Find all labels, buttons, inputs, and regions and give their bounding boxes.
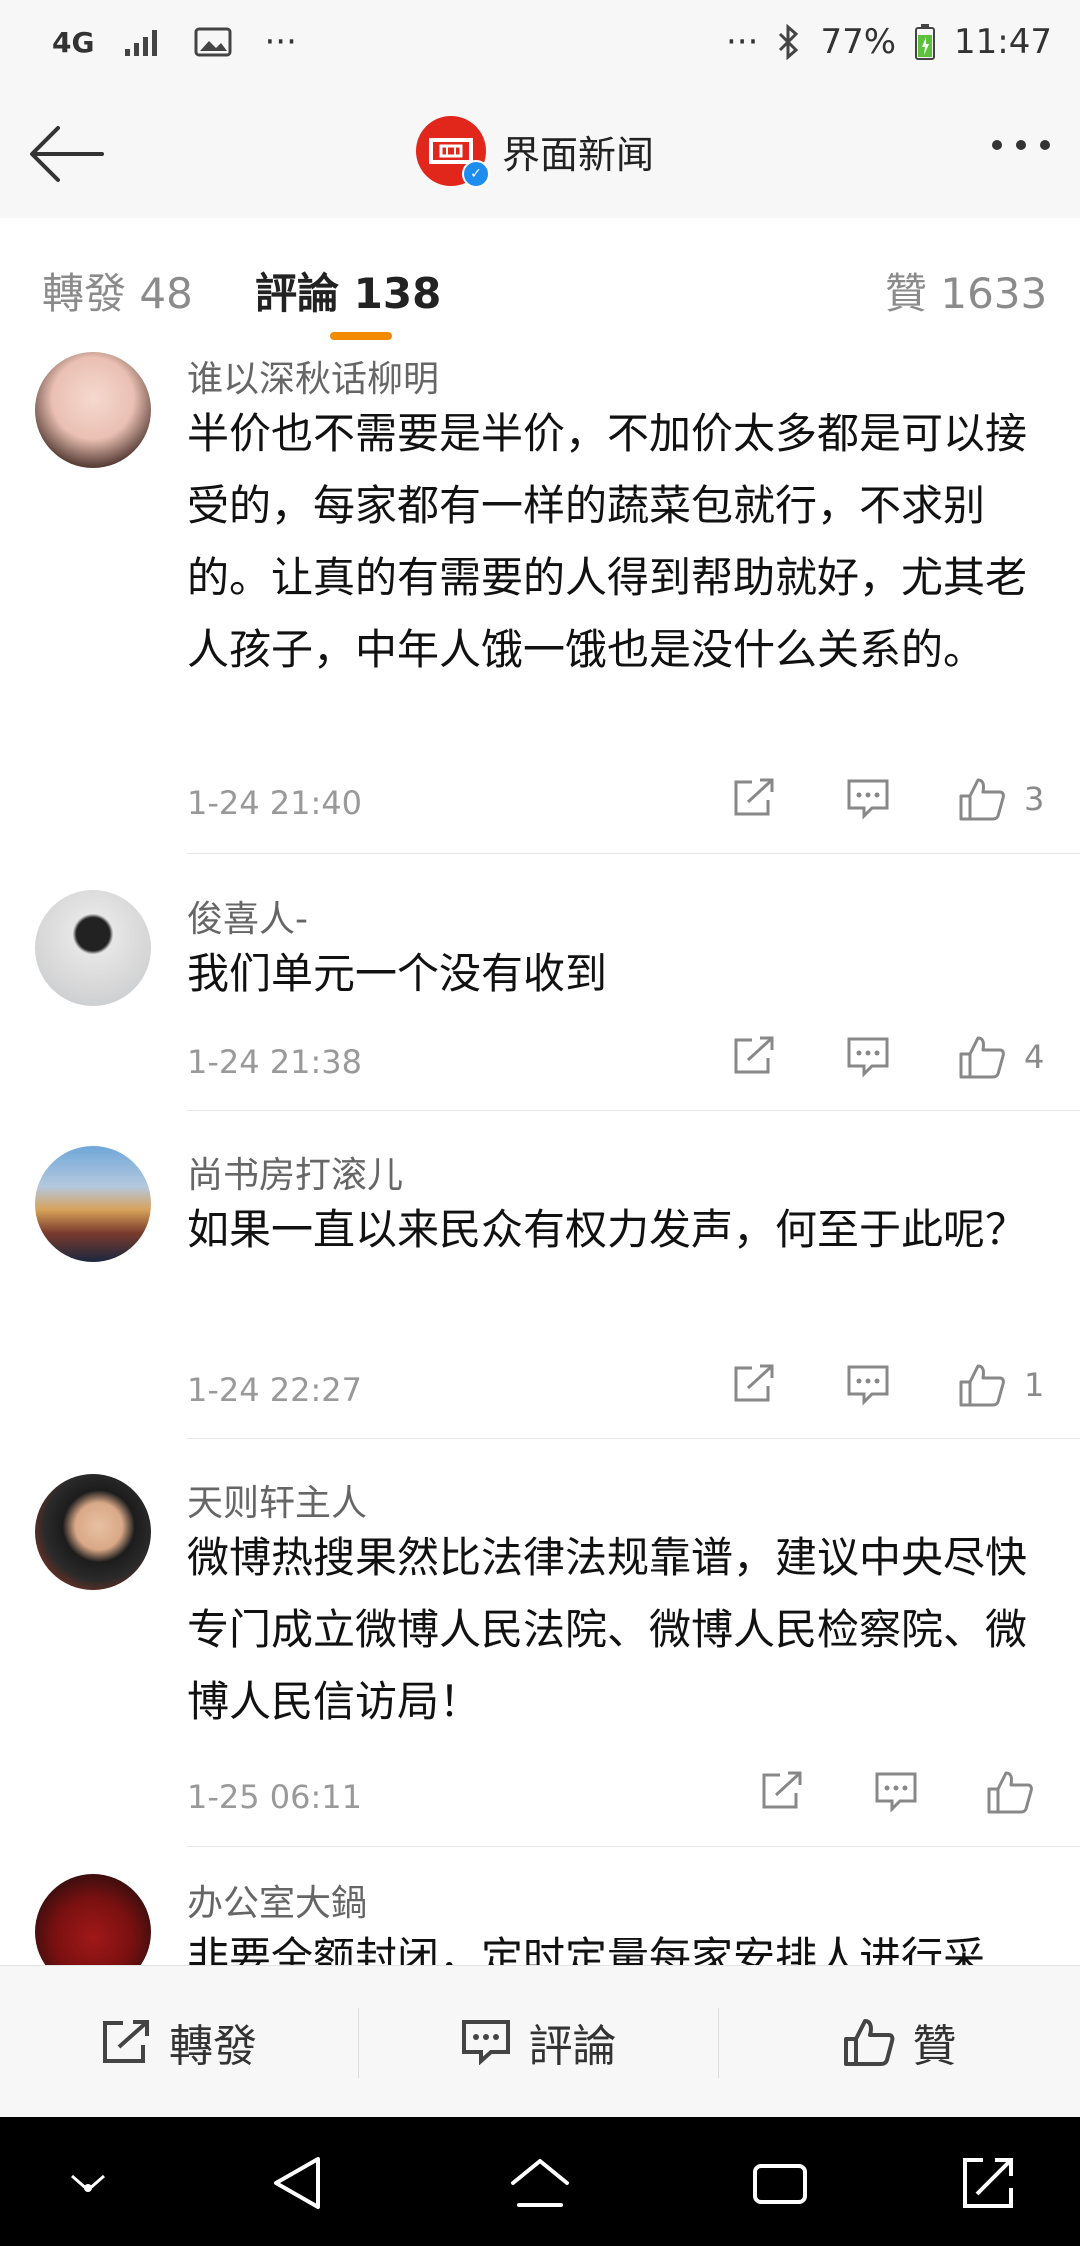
chevron-down-icon — [71, 2174, 105, 2192]
thumbs-up-icon — [987, 1771, 1033, 1814]
recents-icon — [753, 2164, 807, 2204]
network-4g-icon: 4G — [52, 25, 95, 59]
repost-label: 轉發 — [169, 2021, 257, 2072]
account-avatar: ✓ — [416, 116, 490, 188]
bottom-action-bar: 轉發 評論 贊 — [0, 1965, 1080, 2118]
clock: 11:47 — [954, 22, 1052, 62]
avatar[interactable] — [35, 1874, 151, 1965]
status-bar: 4G ··· ··· 77% 11:47 — [0, 0, 1080, 90]
more-notifications-icon: ··· — [264, 22, 297, 62]
comment-username[interactable]: 谁以深秋话柳明 — [187, 350, 439, 402]
comment-text: 我们单元一个没有收到 — [187, 949, 608, 998]
comment-list[interactable]: 谁以深秋话柳明 半价也不需要是半价，不加价太多都是可以接受的，每家都有一样的蔬菜… — [0, 350, 1080, 1965]
share-icon — [734, 1364, 774, 1402]
home-icon — [511, 2159, 569, 2207]
divider — [187, 853, 1080, 854]
system-navigation-bar — [0, 2117, 1080, 2246]
like-bottom-button[interactable]: 贊 — [719, 1966, 1080, 2118]
share-icon — [103, 2020, 149, 2063]
comment-text: 非要全额封闭，定时定量每家安排人进行采 — [187, 1933, 986, 1965]
like-button[interactable] — [986, 1769, 1034, 1815]
comment-username[interactable]: 天则轩主人 — [187, 1474, 367, 1526]
share-icon — [734, 1036, 774, 1074]
comment-username[interactable]: 办公室大鍋 — [187, 1874, 367, 1926]
comment-username[interactable]: 尚书房打滚儿 — [187, 1146, 403, 1198]
avatar[interactable] — [35, 1474, 151, 1590]
avatar[interactable] — [35, 352, 151, 468]
repost-button[interactable]: 轉發 — [0, 1966, 358, 2118]
brand-logo-icon — [429, 138, 473, 164]
nav-recents-button[interactable] — [740, 2143, 820, 2223]
verified-badge-icon: ✓ — [462, 160, 490, 188]
like-label: 贊 — [912, 2021, 957, 2072]
bluetooth-icon — [776, 24, 802, 60]
divider — [187, 1846, 1080, 1847]
divider — [187, 1438, 1080, 1439]
like-button[interactable]: 3 — [958, 776, 1044, 822]
reply-button[interactable] — [846, 1036, 890, 1078]
reply-button[interactable] — [846, 778, 890, 820]
comment-timestamp: 1-24 21:40 — [187, 784, 363, 822]
comment-icon — [847, 1365, 889, 1406]
arrow-left-icon — [30, 126, 104, 182]
share-icon — [734, 778, 774, 816]
like-button[interactable]: 4 — [958, 1034, 1044, 1080]
divider — [187, 1110, 1080, 1111]
reply-button[interactable] — [846, 1364, 890, 1406]
avatar[interactable] — [35, 1146, 151, 1262]
comment-label: 評論 — [528, 2021, 617, 2072]
battery-percent: 77% — [820, 22, 897, 62]
thumbs-up-icon — [843, 2019, 894, 2066]
comment-timestamp: 1-24 22:27 — [187, 1371, 363, 1409]
like-count: 4 — [1024, 1038, 1045, 1076]
share-button[interactable] — [732, 1364, 776, 1404]
comment-button[interactable]: 評論 — [359, 1966, 718, 2118]
image-notification-icon — [194, 26, 234, 58]
nav-back-button[interactable] — [258, 2143, 338, 2223]
comment-text: 微博热搜果然比法律法规靠谱，建议中央尽快专门成立微博人民法院、微博人民检察院、微… — [187, 1533, 1028, 1726]
expand-icon — [963, 2158, 1013, 2208]
comment-icon — [875, 1772, 917, 1813]
ellipsis-icon: ··· — [726, 22, 759, 62]
like-count: 3 — [1024, 780, 1045, 818]
nav-home-button[interactable] — [500, 2143, 580, 2223]
share-button[interactable] — [732, 778, 776, 818]
top-app-bar: ✓ 界面新闻 — [0, 90, 1080, 219]
signal-icon — [124, 27, 164, 57]
comment-username[interactable]: 俊喜人- — [187, 890, 308, 942]
tab-comments[interactable]: 評論 138 — [255, 260, 441, 321]
comment-timestamp: 1-25 06:11 — [187, 1778, 363, 1816]
battery-icon — [914, 23, 936, 61]
active-tab-indicator — [330, 332, 392, 340]
like-button[interactable]: 1 — [958, 1362, 1044, 1408]
detail-tabs: 轉發 48 評論 138 贊 1633 — [0, 218, 1080, 351]
share-button[interactable] — [760, 1771, 804, 1811]
comment-icon — [461, 2020, 510, 2065]
share-icon — [762, 1771, 802, 1809]
nav-expand-button[interactable] — [948, 2143, 1028, 2223]
comment-icon — [847, 779, 889, 820]
thumbs-up-icon — [959, 778, 1005, 821]
thumbs-up-icon — [959, 1364, 1005, 1407]
triangle-back-icon — [274, 2157, 320, 2209]
back-button[interactable] — [26, 116, 106, 192]
avatar[interactable] — [35, 890, 151, 1006]
hide-nav-button[interactable] — [48, 2143, 128, 2223]
comment-timestamp: 1-24 21:38 — [187, 1043, 363, 1081]
tab-likes[interactable]: 贊 1633 — [885, 260, 1047, 321]
reply-button[interactable] — [874, 1771, 918, 1813]
like-count: 1 — [1024, 1366, 1045, 1404]
tab-repost[interactable]: 轉發 48 — [42, 260, 193, 321]
comment-icon — [847, 1037, 889, 1078]
comment-text: 如果一直以来民众有权力发声，何至于此呢？ — [187, 1205, 1028, 1254]
thumbs-up-icon — [959, 1036, 1005, 1079]
page-title: 界面新闻 — [502, 132, 655, 177]
more-options-button[interactable] — [992, 130, 1050, 160]
share-button[interactable] — [732, 1036, 776, 1076]
account-title[interactable]: ✓ 界面新闻 — [416, 116, 655, 188]
comment-text: 半价也不需要是半价，不加价太多都是可以接受的，每家都有一样的蔬菜包就行，不求别的… — [187, 409, 1028, 674]
